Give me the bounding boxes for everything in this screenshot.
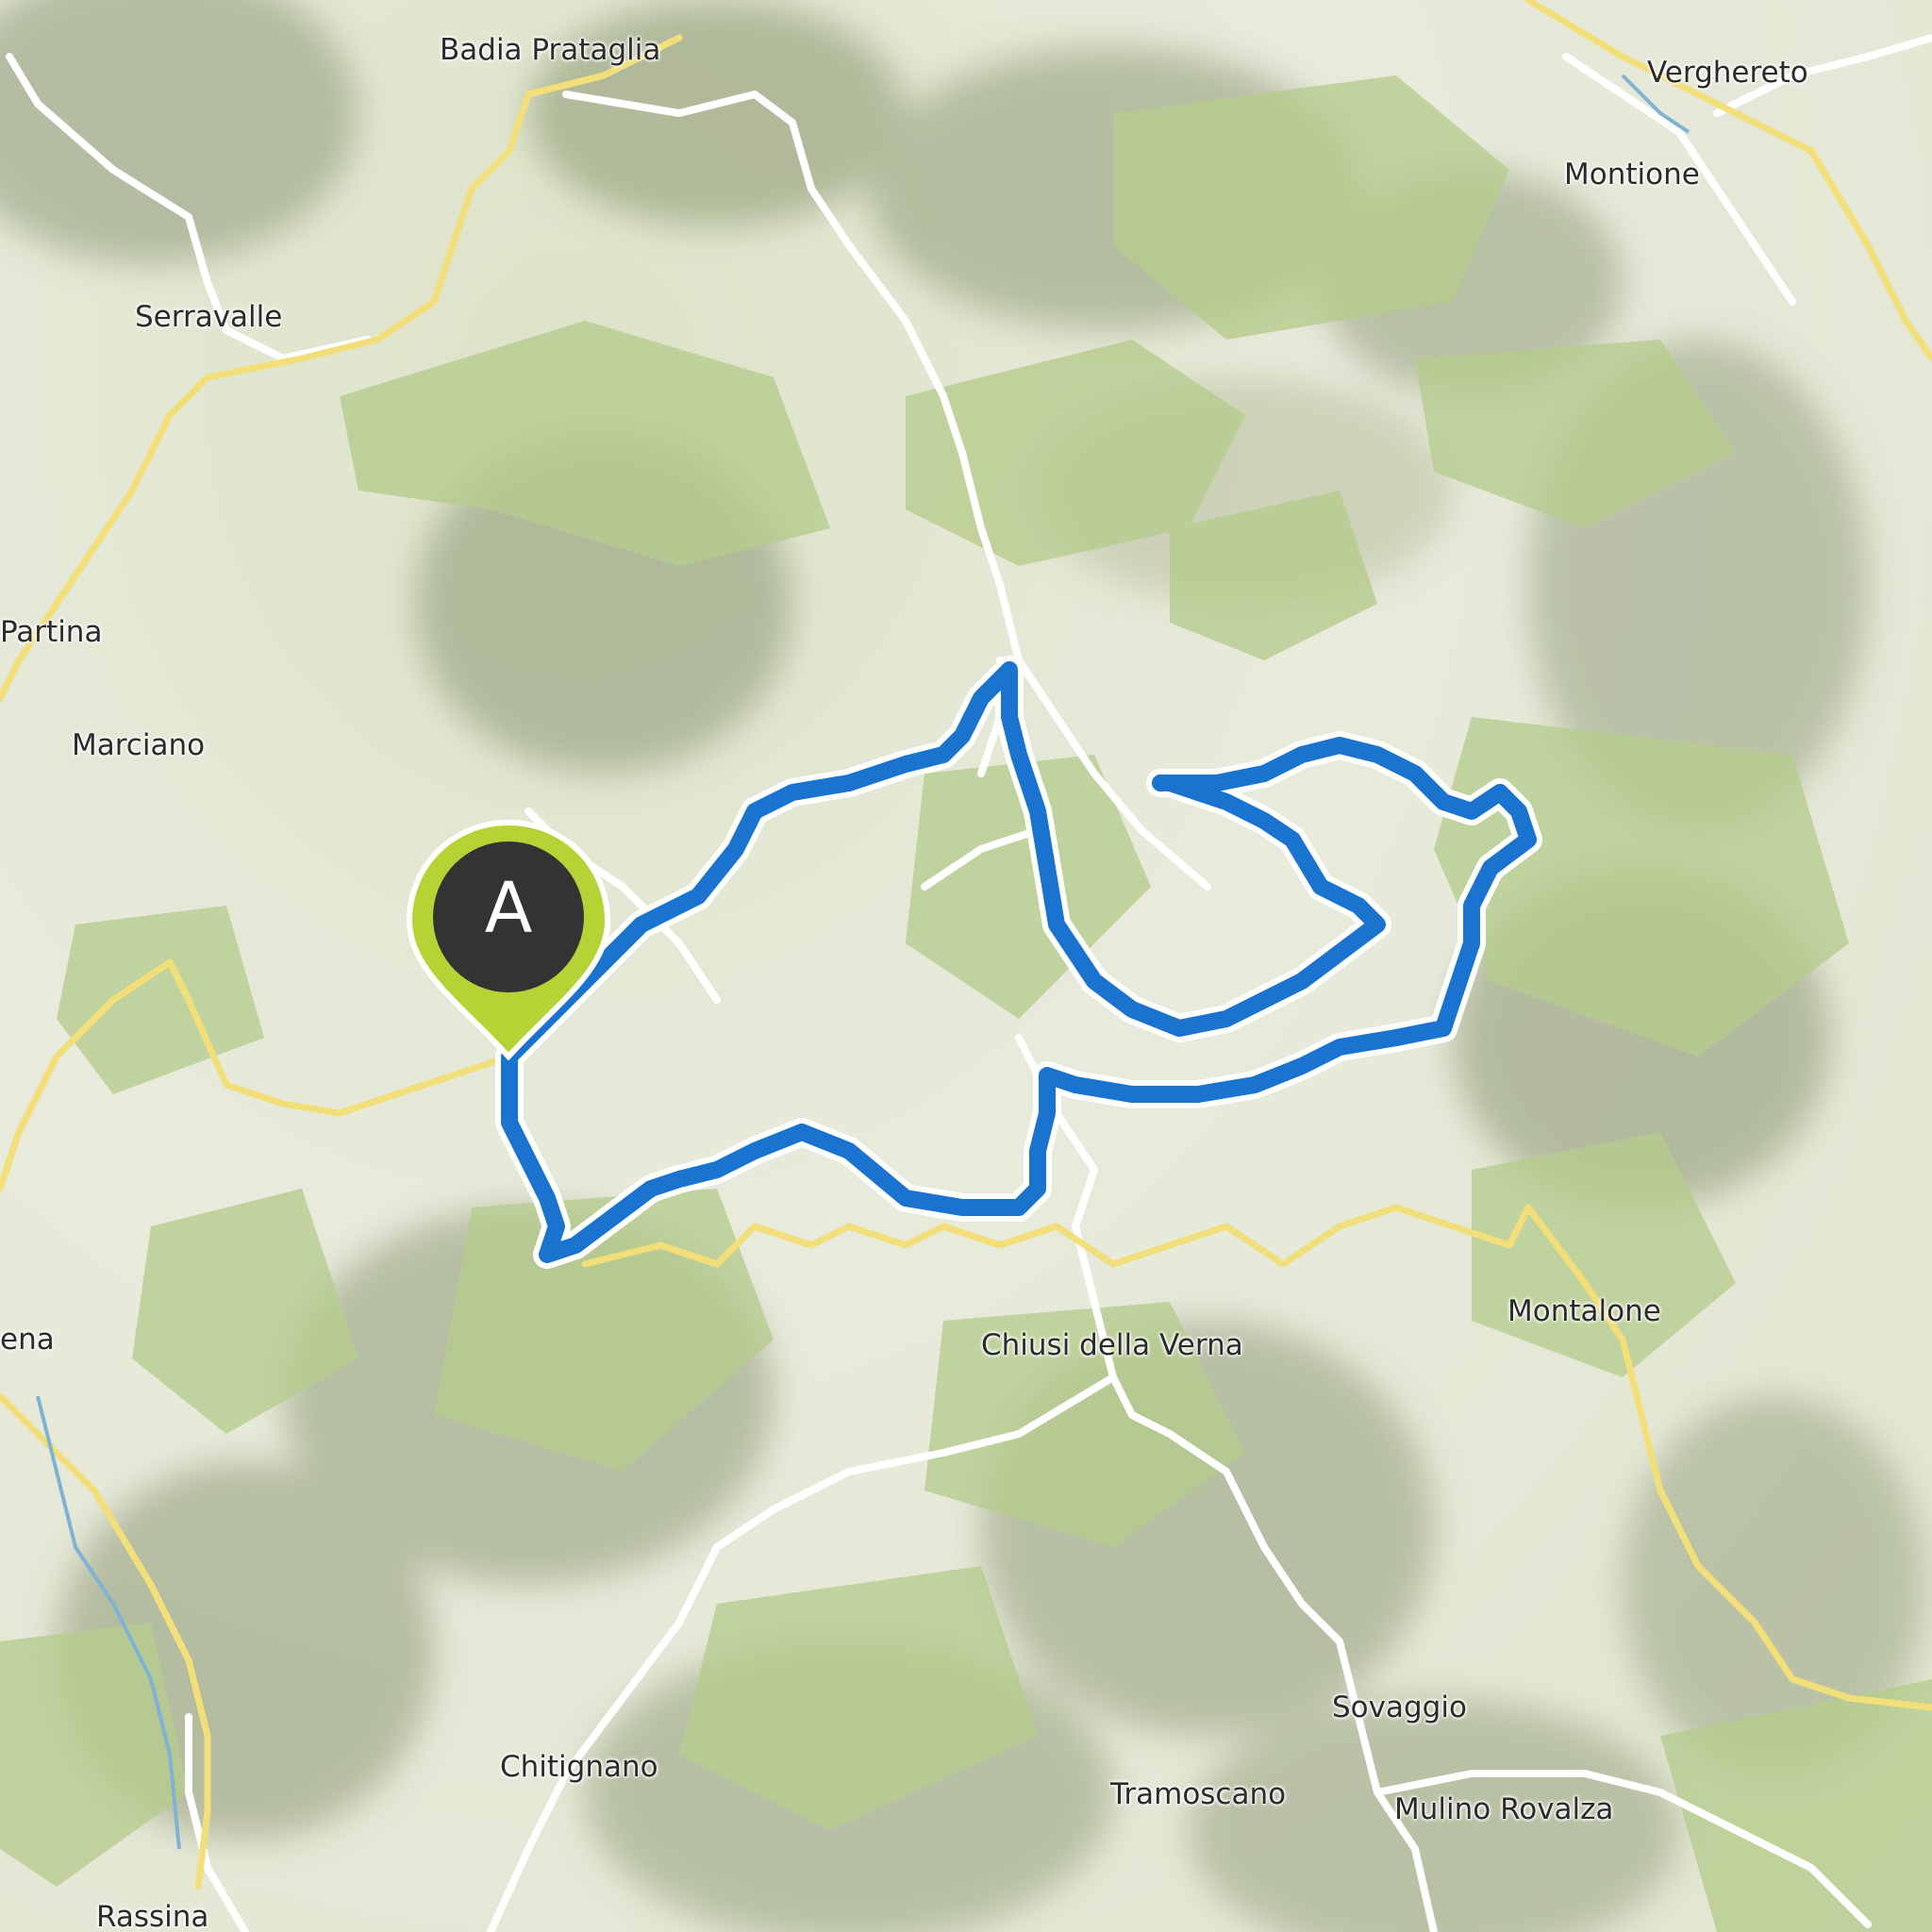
place-label-montalone[interactable]: Montalone xyxy=(1507,1297,1661,1326)
start-marker[interactable]: A xyxy=(404,819,613,1061)
place-label-chitignano[interactable]: Chitignano xyxy=(500,1753,658,1782)
map-base-layer xyxy=(0,0,1932,1932)
place-label-serravalle[interactable]: Serravalle xyxy=(135,303,282,332)
start-marker-letter: A xyxy=(484,868,533,949)
place-label-tramoscano[interactable]: Tramoscano xyxy=(1110,1780,1286,1809)
place-label-chiusi-della-verna[interactable]: Chiusi della Verna xyxy=(981,1331,1243,1360)
place-label-rassina[interactable]: Rassina xyxy=(96,1903,208,1932)
place-label-montione[interactable]: Montione xyxy=(1564,160,1700,190)
map-canvas[interactable]: Badia Prataglia Verghereto Montione Serr… xyxy=(0,0,1932,1932)
place-label-sovaggio[interactable]: Sovaggio xyxy=(1332,1693,1467,1723)
place-label-partina[interactable]: Partina xyxy=(0,618,102,647)
place-label-mulino-rovalza[interactable]: Mulino Rovalza xyxy=(1394,1795,1613,1824)
place-label-verghereto[interactable]: Verghereto xyxy=(1647,58,1808,88)
place-label-bibbiena[interactable]: ena xyxy=(0,1325,55,1355)
place-label-badia-prataglia[interactable]: Badia Prataglia xyxy=(440,36,660,65)
place-label-marciano[interactable]: Marciano xyxy=(72,731,205,760)
